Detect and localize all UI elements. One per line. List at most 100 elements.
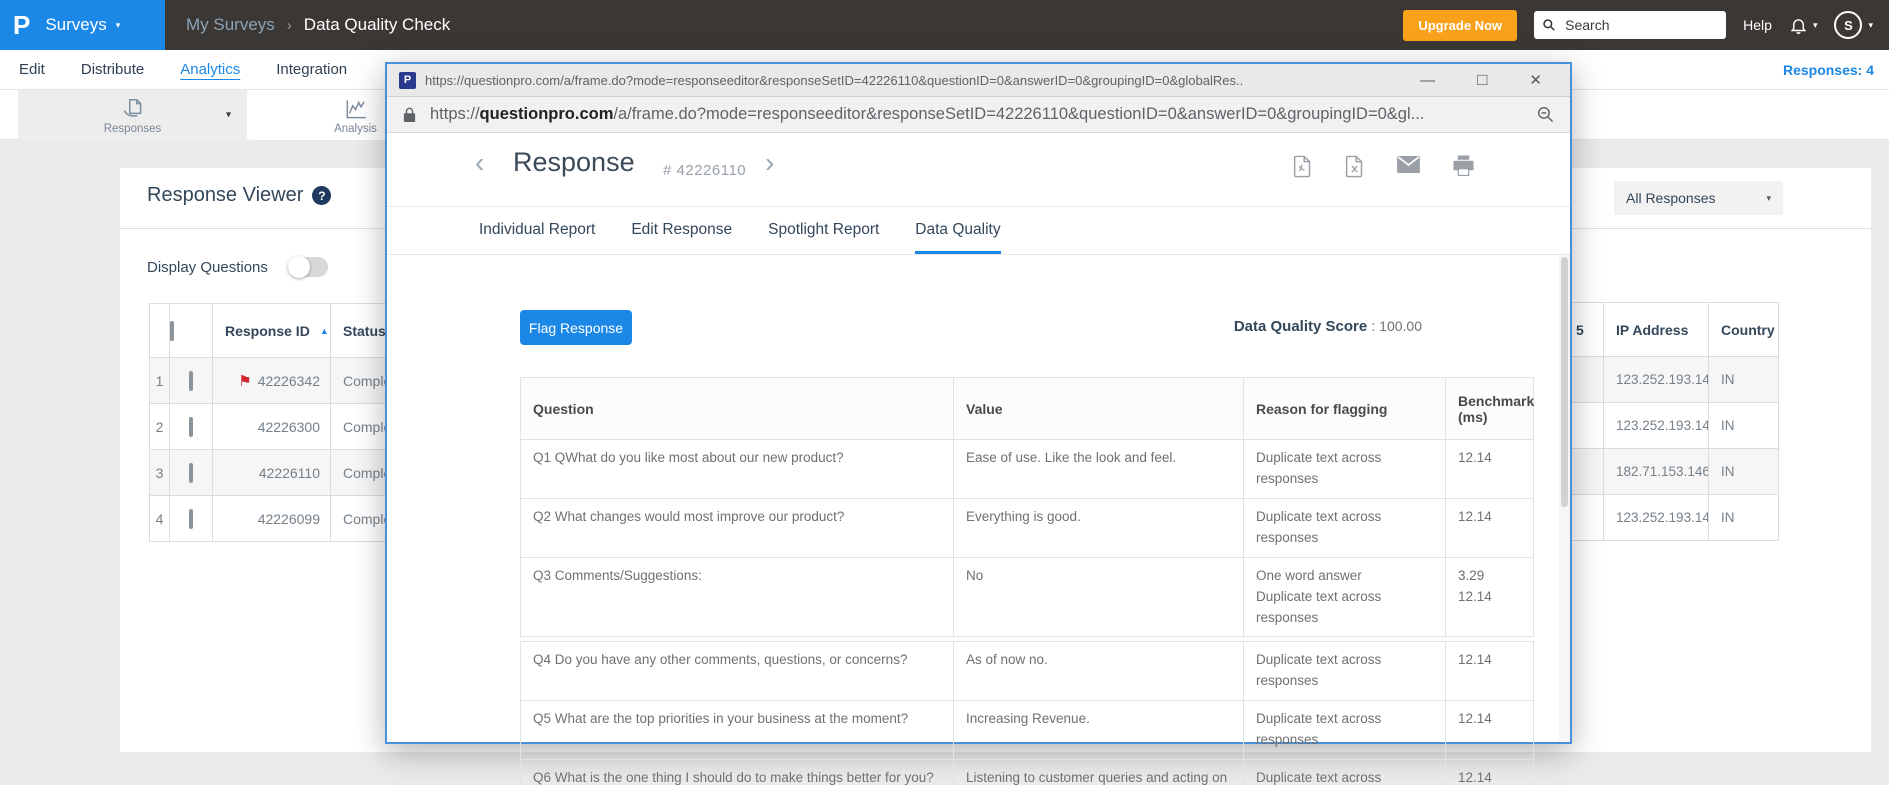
nav-tab-integration[interactable]: Integration (276, 61, 347, 78)
question-cell: Q3 Comments/Suggestions: (521, 557, 954, 637)
flagged-icon: ⚑ (238, 373, 251, 390)
response-row-right: 123.252.193.148IN (1564, 403, 1780, 449)
responses-filter-value: All Responses (1626, 190, 1716, 206)
value-cell: As of now no. (954, 642, 1244, 701)
help-icon[interactable]: ? (312, 186, 331, 205)
response-tab-individual-report[interactable]: Individual Report (479, 221, 595, 254)
breadcrumb-current-survey: Data Quality Check (304, 15, 450, 35)
product-name: Surveys (45, 15, 106, 35)
question-row: Q5 What are the top priorities in your b… (521, 701, 1534, 760)
row-number: 2 (150, 404, 170, 450)
lock-icon (402, 106, 417, 123)
close-icon[interactable]: ✕ (1529, 71, 1542, 89)
row-checkbox[interactable] (189, 417, 193, 437)
responses-document-icon (120, 96, 146, 122)
response-tabs: Individual Report Edit Response Spotlight … (387, 207, 1570, 255)
responses-count: Responses: 4 (1783, 50, 1874, 90)
reason-cell: One word answerDuplicate text across res… (1244, 557, 1446, 637)
benchmark-cell: 12.14 (1446, 498, 1534, 557)
question-row: Q2 What changes would most improve our p… (521, 498, 1534, 557)
response-editor-popup: P https://questionpro.com/a/frame.do?mod… (385, 62, 1572, 744)
product-switcher[interactable]: P Surveys ▾ (0, 0, 165, 50)
response-row-right: 123.252.193.148IN (1564, 357, 1780, 403)
reason-cell: Duplicate text across responses (1244, 642, 1446, 701)
value-cell: No (954, 557, 1244, 637)
reason-line: Duplicate text across responses (1256, 507, 1433, 549)
question-cell: Q6 What is the one thing I should do to … (521, 760, 954, 785)
breadcrumb-my-surveys[interactable]: My Surveys (186, 15, 275, 35)
benchmark-line: 12.14 (1458, 587, 1521, 608)
display-questions-toggle[interactable] (288, 257, 328, 277)
next-response-button[interactable]: › (765, 149, 774, 177)
question-row: Q4 Do you have any other comments, quest… (521, 642, 1534, 701)
maximize-icon[interactable]: □ (1477, 70, 1487, 90)
response-tab-data-quality[interactable]: Data Quality (915, 221, 1000, 254)
toolbar-responses[interactable]: Responses ▾ (18, 90, 247, 140)
question-cell: Q2 What changes would most improve our p… (521, 498, 954, 557)
upgrade-now-button[interactable]: Upgrade Now (1403, 10, 1517, 41)
zoom-out-icon[interactable] (1536, 105, 1555, 124)
export-excel-icon[interactable] (1344, 155, 1365, 178)
benchmark-line: 3.29 (1458, 566, 1521, 587)
account-menu[interactable]: S ▾ (1834, 11, 1873, 39)
row-number: 3 (150, 450, 170, 496)
row-checkbox[interactable] (189, 371, 193, 391)
question-row: Q1 QWhat do you like most about our new … (521, 440, 1534, 499)
toolbar-responses-label: Responses (104, 123, 162, 135)
value-cell: Everything is good. (954, 498, 1244, 557)
export-pdf-icon[interactable] (1292, 155, 1313, 178)
search-input[interactable] (1563, 16, 1712, 34)
reason-cell: Duplicate text across responses (1244, 440, 1446, 499)
column-header-country-code[interactable]: Country Code (1709, 303, 1780, 357)
response-id-link[interactable]: ⚑42226342 (213, 358, 331, 404)
data-quality-header-row: QuestionValueReason for flaggingBenchmar… (521, 378, 1534, 440)
top-navigation-bar: P Surveys ▾ My Surveys › Data Quality Ch… (0, 0, 1889, 50)
reason-cell: Duplicate text across responses (1244, 760, 1446, 785)
column-header-ip-address[interactable]: IP Address (1604, 303, 1709, 357)
help-link[interactable]: Help (1743, 17, 1772, 33)
chevron-down-icon: ▾ (226, 110, 231, 121)
email-icon[interactable] (1396, 155, 1421, 178)
select-all-checkbox[interactable] (170, 321, 174, 341)
breadcrumb: My Surveys › Data Quality Check (186, 15, 450, 35)
ip-address-cell: 123.252.193.148 (1604, 403, 1709, 449)
nav-tab-analytics[interactable]: Analytics (180, 61, 240, 78)
country-code-cell: IN (1709, 403, 1780, 449)
chevron-down-icon: ▾ (1766, 193, 1771, 204)
analysis-chart-icon (343, 96, 369, 122)
popup-scrollbar[interactable] (1559, 255, 1570, 742)
chevron-down-icon: ▾ (116, 20, 121, 31)
bell-icon (1789, 16, 1808, 35)
minimize-icon[interactable]: — (1420, 72, 1435, 89)
response-tab-spotlight-report[interactable]: Spotlight Report (768, 221, 879, 254)
popup-title-bar[interactable]: P https://questionpro.com/a/frame.do?mod… (387, 64, 1570, 97)
response-tab-edit-response[interactable]: Edit Response (631, 221, 732, 254)
benchmark-cell: 3.2912.14 (1446, 557, 1534, 637)
benchmark-cell: 12.14 (1446, 440, 1534, 499)
notifications-menu[interactable]: ▾ (1789, 16, 1818, 35)
print-icon[interactable] (1452, 155, 1475, 178)
select-all-header (170, 304, 213, 358)
row-number: 1 (150, 358, 170, 404)
column-header-response-id[interactable]: Response ID▲ (213, 304, 331, 358)
response-id-link[interactable]: 42226300 (213, 404, 331, 450)
response-row-right: 123.252.193.148IN (1564, 495, 1780, 541)
flag-response-button[interactable]: Flag Response (520, 310, 632, 345)
responses-filter-dropdown[interactable]: All Responses ▾ (1614, 181, 1783, 215)
reason-cell: Duplicate text across responses (1244, 498, 1446, 557)
question-row: Q6 What is the one thing I should do to … (521, 760, 1534, 785)
scrollbar-thumb[interactable] (1561, 257, 1568, 507)
row-select-cell (170, 358, 213, 404)
response-id-link[interactable]: 42226110 (213, 450, 331, 496)
nav-tab-distribute[interactable]: Distribute (81, 61, 144, 78)
popup-title-url: https://questionpro.com/a/frame.do?mode=… (425, 73, 1400, 88)
reason-line: Duplicate text across responses (1256, 768, 1433, 785)
address-url[interactable]: https://questionpro.com/a/frame.do?mode=… (430, 105, 1523, 124)
row-checkbox[interactable] (189, 509, 193, 529)
response-id-link[interactable]: 42226099 (213, 496, 331, 542)
response-header: ‹ Response # 42226110 › (387, 133, 1570, 207)
nav-tab-edit[interactable]: Edit (19, 61, 45, 78)
row-checkbox[interactable] (189, 463, 193, 483)
previous-response-button[interactable]: ‹ (475, 149, 484, 177)
column-header-value: Value (954, 378, 1244, 440)
